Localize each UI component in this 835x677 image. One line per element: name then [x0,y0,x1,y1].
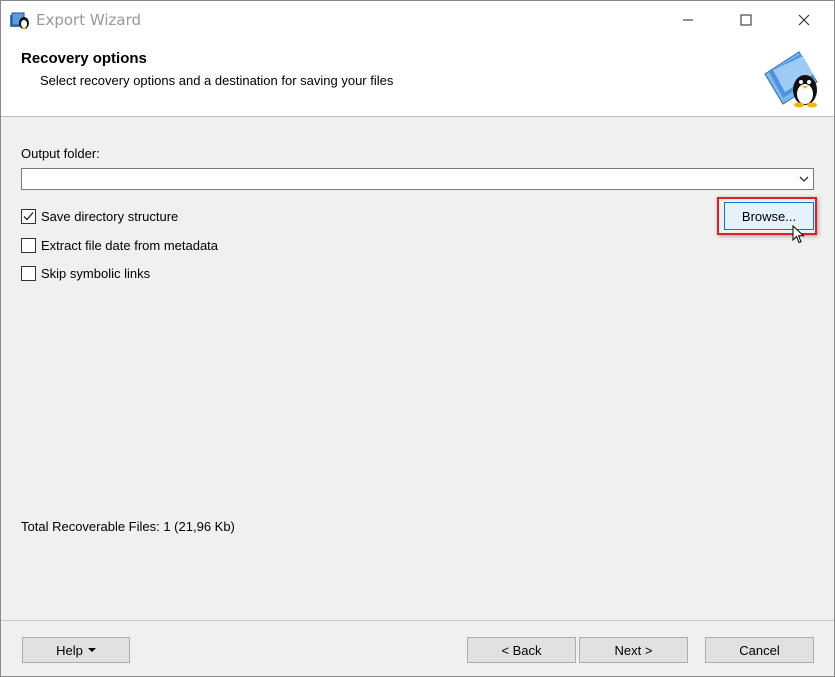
minimize-icon [683,19,693,20]
mouse-cursor-icon [792,225,805,244]
window-title: Export Wizard [36,11,142,29]
app-icon [10,12,29,30]
help-button[interactable]: Help [22,637,130,663]
page-title: Recovery options [21,50,147,67]
folder-penguin-icon [764,51,818,108]
chevron-down-icon[interactable] [798,173,810,185]
close-button[interactable] [781,1,827,38]
option-save-directory-structure[interactable]: Save directory structure [21,209,178,224]
export-wizard-window: Export Wizard Recovery options Select re… [0,0,835,677]
wizard-header: Recovery options Select recovery options… [1,38,834,117]
footer-divider [1,620,834,621]
save-directory-structure-checkbox[interactable] [21,209,36,224]
page-subtitle: Select recovery options and a destinatio… [40,73,394,88]
minimize-button[interactable] [665,1,711,38]
skip-symbolic-links-checkbox[interactable] [21,266,36,281]
cancel-button[interactable]: Cancel [705,637,814,663]
save-directory-structure-label: Save directory structure [41,209,179,224]
output-folder-label: Output folder: [21,146,100,161]
maximize-icon [740,14,752,25]
skip-symbolic-links-label: Skip symbolic links [41,266,151,281]
extract-file-date-checkbox[interactable] [21,238,36,253]
title-bar[interactable]: Export Wizard [1,1,834,38]
checkmark-icon [23,212,34,221]
total-recoverable-files: Total Recoverable Files: 1 (21,96 Kb) [21,519,235,534]
back-button[interactable]: < Back [467,637,576,663]
help-label: Help [56,642,83,658]
maximize-button[interactable] [723,1,769,38]
next-button[interactable]: Next > [579,637,688,663]
caret-down-icon [87,648,96,652]
extract-file-date-label: Extract file date from metadata [41,238,219,253]
option-skip-symbolic-links[interactable]: Skip symbolic links [21,266,150,281]
option-extract-file-date[interactable]: Extract file date from metadata [21,238,218,253]
output-folder-combobox[interactable] [21,168,814,190]
close-icon [798,14,810,25]
